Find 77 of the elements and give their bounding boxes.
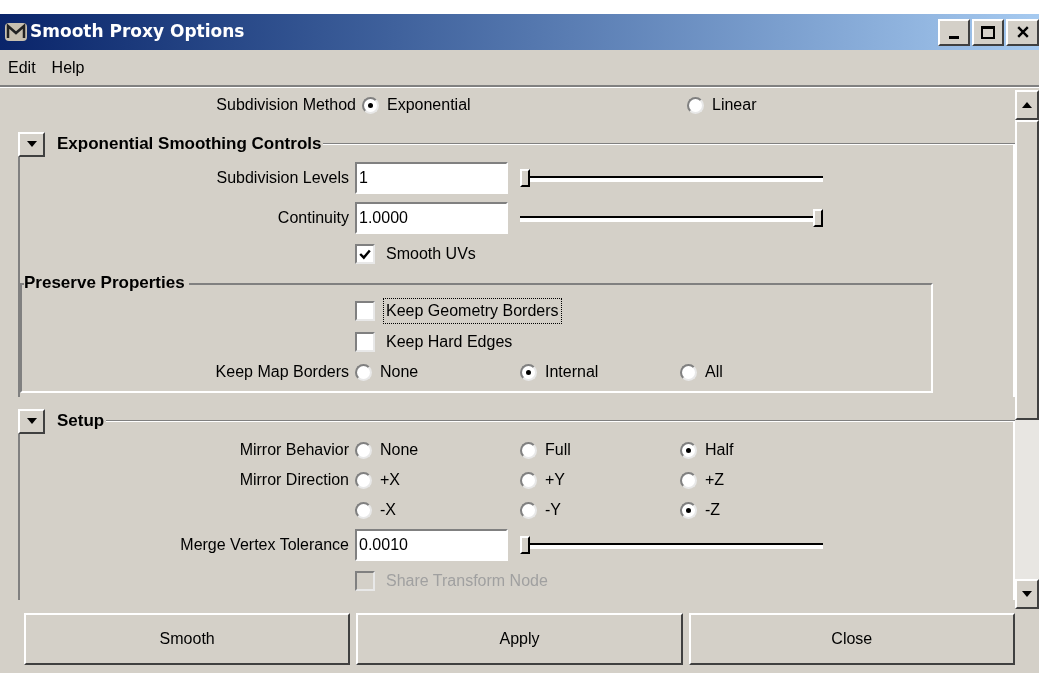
menu-item[interactable]: Edit [8, 55, 36, 80]
dialog-button[interactable]: Apply [356, 613, 683, 665]
radio-button[interactable] [680, 471, 697, 489]
field-label: Continuity [277, 208, 349, 228]
maximize-button[interactable] [972, 18, 1004, 46]
field-label: Subdivision Method [216, 95, 356, 115]
radio-button[interactable] [355, 471, 372, 489]
field-label: Mirror Direction [239, 470, 349, 490]
radio-label: All [705, 362, 723, 382]
radio-button[interactable] [680, 501, 697, 519]
radio-button[interactable] [680, 441, 697, 459]
section-title: Setup [57, 410, 105, 433]
close-button[interactable] [1006, 18, 1039, 46]
text-field[interactable]: 1 [355, 162, 508, 194]
check-icon [359, 247, 371, 260]
section-title: Exponential Smoothing Controls [57, 133, 322, 156]
radio-label: None [380, 440, 419, 460]
scroll-bar[interactable] [1015, 90, 1039, 609]
slider-thumb[interactable] [813, 209, 823, 227]
radio-label: Linear [712, 95, 757, 115]
radio-button[interactable] [520, 471, 537, 489]
checkbox[interactable] [355, 243, 375, 264]
scroll-up-button[interactable] [1015, 90, 1039, 120]
radio-label: -Z [705, 500, 721, 520]
radio-button[interactable] [520, 363, 537, 381]
dialog-button[interactable]: Smooth [24, 613, 351, 665]
up-arrow-icon [1022, 102, 1032, 108]
minimize-button[interactable] [938, 18, 970, 46]
slider-thumb[interactable] [520, 536, 530, 554]
radio-button[interactable] [355, 441, 372, 459]
radio-label: -X [380, 500, 396, 520]
scroll-thumb[interactable] [1015, 120, 1039, 420]
radio-button[interactable] [355, 363, 372, 381]
radio-button[interactable] [687, 96, 704, 114]
slider[interactable] [520, 208, 823, 228]
menu-item[interactable]: Help [51, 55, 85, 80]
field-label: Subdivision Levels [216, 168, 349, 188]
radio-label: +X [380, 470, 400, 490]
checkbox-label: Keep Geometry Borders [383, 297, 562, 324]
group-title: Preserve Properties [24, 273, 189, 293]
radio-label: Internal [545, 362, 599, 382]
field-label: Mirror Behavior [239, 440, 349, 460]
app-logo-icon [4, 20, 28, 44]
checkbox-label: Smooth UVs [385, 243, 477, 264]
field-label: Merge Vertex Tolerance [180, 535, 349, 555]
triangle-icon [26, 141, 37, 147]
minimize-icon [949, 35, 959, 39]
dialog-button[interactable]: Close [688, 613, 1015, 665]
window-title: Smooth Proxy Options [30, 20, 245, 44]
slider-thumb[interactable] [520, 169, 530, 187]
close-icon [1016, 26, 1029, 38]
checkbox[interactable] [355, 300, 375, 321]
slider[interactable] [520, 535, 823, 555]
field-label: Keep Map Borders [215, 362, 349, 382]
radio-button[interactable] [520, 441, 537, 459]
radio-label: Half [705, 440, 734, 460]
radio-button[interactable] [355, 501, 372, 519]
radio-label: None [380, 362, 419, 382]
down-arrow-icon [1022, 591, 1032, 597]
radio-label: -Y [545, 500, 561, 520]
maximize-icon [981, 25, 995, 39]
checkbox[interactable] [355, 331, 375, 352]
radio-button[interactable] [362, 96, 379, 114]
radio-label: Full [545, 440, 571, 460]
scroll-down-button[interactable] [1015, 579, 1039, 609]
collapse-toggle[interactable] [18, 408, 45, 434]
radio-button[interactable] [680, 363, 697, 381]
triangle-icon [26, 418, 37, 424]
text-field[interactable]: 0.0010 [355, 529, 508, 561]
radio-label: +Z [705, 470, 725, 490]
radio-label: +Y [545, 470, 565, 490]
checkbox-label: Keep Hard Edges [385, 331, 514, 352]
text-field[interactable]: 1.0000 [355, 202, 508, 234]
collapse-toggle[interactable] [18, 131, 45, 157]
radio-label: Exponential [387, 95, 471, 115]
slider[interactable] [520, 168, 823, 188]
radio-button[interactable] [520, 501, 537, 519]
